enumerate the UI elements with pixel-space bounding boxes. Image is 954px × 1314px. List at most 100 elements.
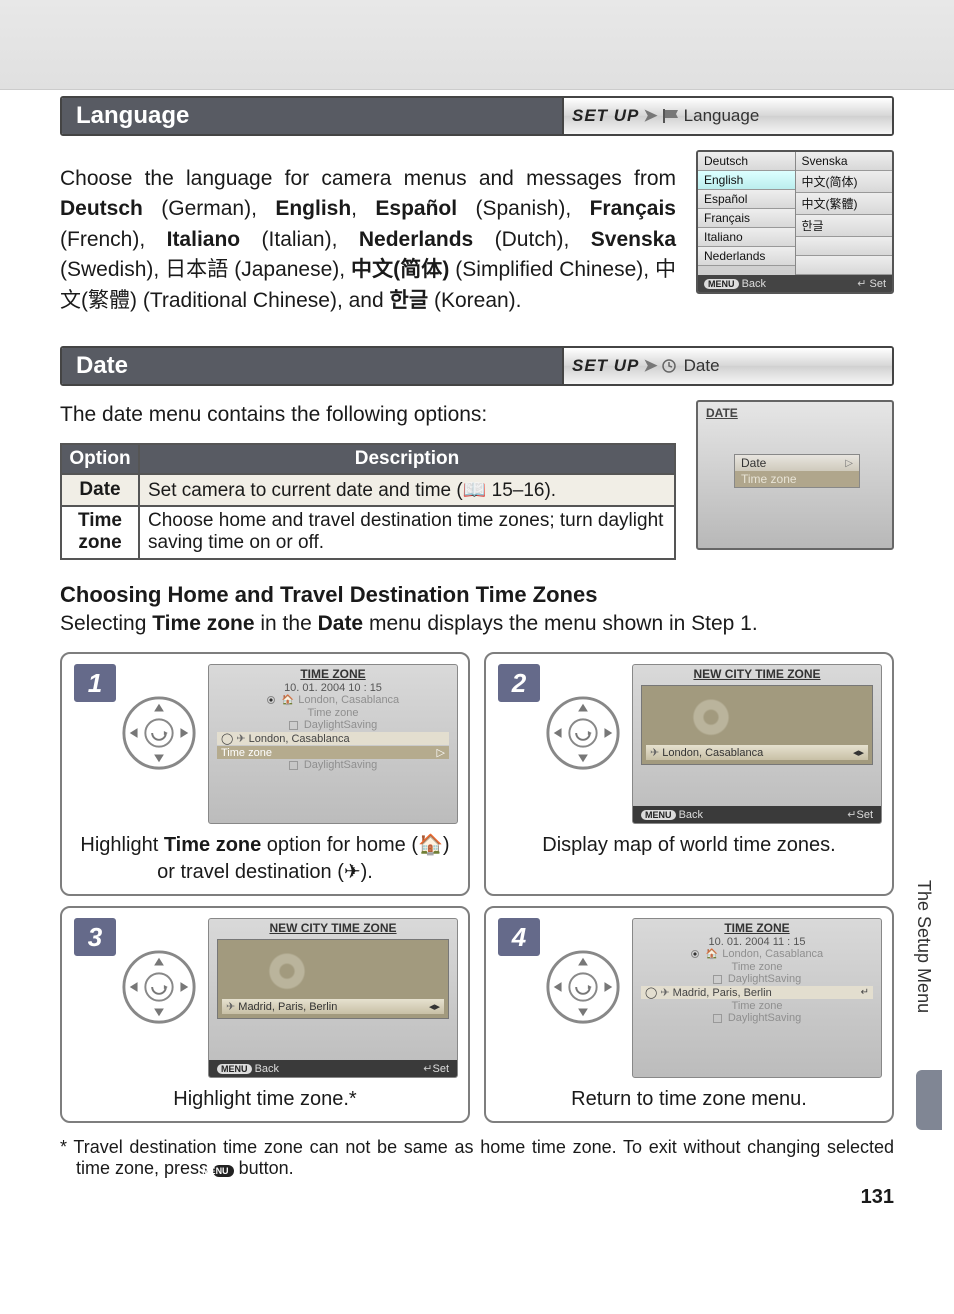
- desc-cell: Choose home and travel destination time …: [139, 506, 675, 560]
- dpad-icon: [544, 694, 622, 772]
- radio-icon: [267, 696, 275, 704]
- checkbox-icon: [713, 1014, 722, 1023]
- enter-icon: ↵: [861, 987, 869, 998]
- map-city: London, Casablanca: [662, 747, 763, 759]
- flag-icon: [662, 109, 680, 123]
- lcd-tz-label: Time zone: [209, 707, 457, 719]
- step-caption: Return to time zone menu.: [496, 1086, 882, 1113]
- lcd-title: TIME ZONE: [633, 921, 881, 935]
- date-title: Date: [62, 348, 562, 384]
- language-screen: DeutschEnglishEspañolFrançaisItalianoNed…: [696, 150, 894, 294]
- checkbox-icon: [713, 975, 722, 984]
- step-1: 1 TIME ZONE 10. 01. 2004 10 : 15 🏠London…: [60, 652, 470, 896]
- lcd-tz-label: Time zone: [633, 961, 881, 973]
- plane-icon: ✈: [236, 733, 245, 745]
- map-city: Madrid, Paris, Berlin: [238, 1001, 337, 1013]
- enter-icon: ↵: [857, 278, 866, 290]
- language-item: 한글: [796, 215, 893, 237]
- language-item: 中文(简体): [796, 171, 893, 193]
- step-caption: Highlight time zone.*: [72, 1086, 458, 1113]
- date-screen-row: Date ▷: [735, 455, 859, 471]
- date-screen-title: DATE: [706, 406, 738, 420]
- side-tab-label: The Setup Menu: [913, 880, 934, 1013]
- language-body-text: Choose the language for camera menus and…: [60, 164, 676, 316]
- set-label: Set: [869, 278, 886, 290]
- lcd-step-2: NEW CITY TIME ZONE ✈ London, Casablanca ◂…: [632, 664, 882, 824]
- step-number: 3: [74, 918, 116, 956]
- radio-icon: [691, 950, 699, 958]
- breadcrumb-name: Date: [684, 356, 720, 376]
- lr-arrows-icon: ◂▸: [853, 746, 864, 759]
- back-label: Back: [742, 278, 766, 290]
- lcd-home-city: London, Casablanca: [298, 694, 399, 706]
- step-4: 4 TIME ZONE 10. 01. 2004 11 : 15 🏠 London…: [484, 906, 894, 1123]
- table-head-desc: Description: [139, 444, 675, 474]
- home-icon: 🏠: [706, 949, 718, 960]
- lcd-ds-label: DaylightSaving: [304, 719, 377, 731]
- lcd-travel-city: Madrid, Paris, Berlin: [673, 987, 772, 999]
- lcd-datetime: 10. 01. 2004 11 : 15: [633, 936, 881, 948]
- chevron-right-icon: ▷: [437, 746, 445, 759]
- checkbox-icon: [289, 721, 298, 730]
- checkbox-icon: [289, 761, 298, 770]
- opt-cell: Time zone: [61, 506, 139, 560]
- lcd-ds-label-2: DaylightSaving: [728, 1012, 801, 1024]
- lcd-title: TIME ZONE: [209, 667, 457, 681]
- step-number: 4: [498, 918, 540, 956]
- step-number: 1: [74, 664, 116, 702]
- world-map: ✈ Madrid, Paris, Berlin◂▸: [217, 939, 449, 1019]
- dpad-icon: [120, 948, 198, 1026]
- step-number: 2: [498, 664, 540, 702]
- step-3: 3 NEW CITY TIME ZONE ✈ Madrid, Paris, Be…: [60, 906, 470, 1123]
- desc-cell: Set camera to current date and time (📖 1…: [139, 474, 675, 506]
- lcd-ds-label-2: DaylightSaving: [304, 759, 377, 771]
- tz-subhead: Choosing Home and Travel Destination Tim…: [60, 582, 894, 608]
- side-tab-bump: [916, 1070, 942, 1130]
- world-map: ✈ London, Casablanca ◂▸: [641, 685, 873, 765]
- table-row: Date Set camera to current date and time…: [61, 474, 675, 506]
- lcd-step-4: TIME ZONE 10. 01. 2004 11 : 15 🏠 London, …: [632, 918, 882, 1078]
- breadcrumb-arrow-icon: ➤: [643, 356, 657, 376]
- plane-icon: ✈: [650, 747, 659, 759]
- chevron-right-icon: ▷: [845, 458, 853, 469]
- menu-badge: MENU: [217, 1064, 252, 1074]
- back-label: Back: [679, 809, 703, 821]
- date-row-label: Date: [741, 456, 766, 470]
- date-screen: DATE Date▷ Time zone: [696, 400, 894, 550]
- clock-icon: [662, 359, 680, 373]
- language-title: Language: [62, 98, 562, 134]
- language-item: 中文(繁體): [796, 193, 893, 215]
- home-icon: 🏠: [282, 695, 294, 706]
- menu-badge: MENU: [641, 810, 676, 820]
- language-screen-footer: MENU Back ↵ Set: [698, 275, 892, 292]
- footnote: * Travel destination time zone can not b…: [60, 1137, 894, 1179]
- language-item: Svenska: [796, 152, 893, 171]
- lcd-tz-hl: Time zone: [221, 747, 272, 759]
- tz-subdesc: Selecting Time zone in the Date menu dis…: [60, 612, 894, 636]
- lcd-home-city: London, Casablanca: [722, 948, 823, 960]
- language-item: English: [698, 171, 795, 190]
- language-item: [796, 256, 893, 275]
- date-intro: The date menu contains the following opt…: [60, 400, 676, 430]
- set-label: Set: [432, 1063, 449, 1075]
- date-section-header: Date SET UP ➤ Date: [60, 346, 894, 386]
- language-item: Deutsch: [698, 152, 795, 171]
- table-head-option: Option: [61, 444, 139, 474]
- top-gray-band: [0, 0, 954, 90]
- language-col-1: DeutschEnglishEspañolFrançaisItalianoNed…: [698, 152, 796, 275]
- date-breadcrumb: SET UP ➤ Date: [562, 348, 892, 384]
- menu-badge: MENU: [704, 279, 739, 289]
- lcd-title: NEW CITY TIME ZONE: [633, 667, 881, 681]
- breadcrumb-name: Language: [684, 106, 760, 126]
- plane-icon: ✈: [660, 987, 669, 999]
- setup-label: SET UP: [572, 106, 639, 126]
- step-caption: Display map of world time zones.: [496, 832, 882, 859]
- language-item: Nederlands: [698, 247, 795, 266]
- steps-grid: 1 TIME ZONE 10. 01. 2004 10 : 15 🏠London…: [60, 652, 894, 1123]
- lcd-title: NEW CITY TIME ZONE: [209, 921, 457, 935]
- setup-label: SET UP: [572, 356, 639, 376]
- opt-cell: Date: [61, 474, 139, 506]
- lcd-tz-label-2: Time zone: [633, 1000, 881, 1012]
- language-col-2: Svenska中文(简体)中文(繁體)한글: [796, 152, 893, 275]
- breadcrumb-arrow-icon: ➤: [643, 106, 657, 126]
